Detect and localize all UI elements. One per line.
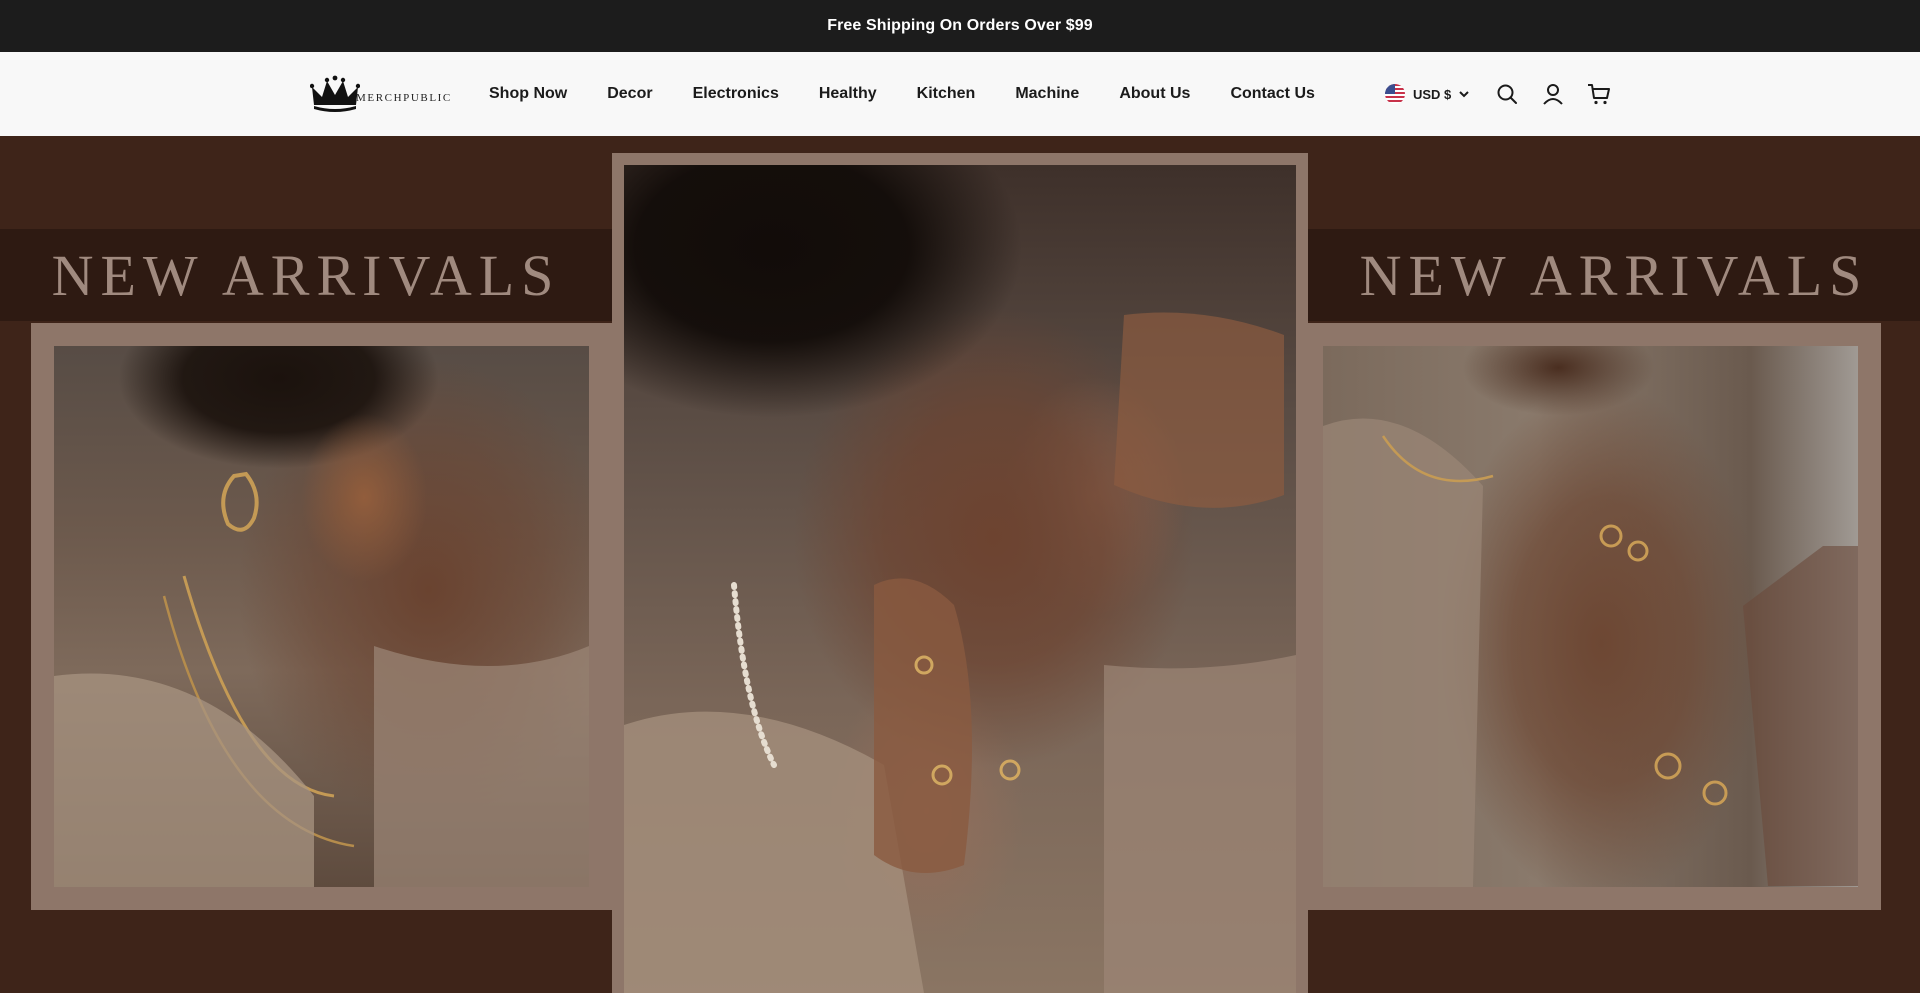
right-banner-title: NEW ARRIVALS	[1359, 242, 1869, 308]
left-banner-title: NEW ARRIVALS	[51, 242, 561, 308]
nav-item-contact-us[interactable]: Contact Us	[1230, 85, 1314, 103]
left-jewelry-photo	[54, 346, 589, 887]
nav-item-healthy[interactable]: Healthy	[819, 85, 877, 103]
announcement-bar: Free Shipping On Orders Over $99	[0, 0, 1920, 52]
currency-label: USD $	[1413, 86, 1452, 102]
announcement-text: Free Shipping On Orders Over $99	[827, 17, 1093, 34]
logo[interactable]: MERCHPUBLIC	[310, 74, 450, 114]
us-flag-icon	[1385, 84, 1405, 104]
nav-item-kitchen[interactable]: Kitchen	[917, 85, 976, 103]
chevron-down-icon	[1459, 90, 1470, 98]
nav-item-decor[interactable]: Decor	[607, 85, 652, 103]
account-icon[interactable]	[1540, 81, 1566, 107]
right-jewelry-photo	[1323, 346, 1858, 887]
nav-item-shop-now[interactable]: Shop Now	[489, 85, 567, 103]
crown-icon	[310, 75, 360, 112]
logo-text: MERCHPUBLIC	[356, 92, 452, 104]
cart-icon[interactable]	[1586, 81, 1612, 107]
nav-item-electronics[interactable]: Electronics	[693, 85, 779, 103]
site-header: MERCHPUBLIC Shop Now Decor Electronics H…	[0, 52, 1920, 136]
center-jewelry-photo	[624, 165, 1296, 993]
nav-item-machine[interactable]: Machine	[1015, 85, 1079, 103]
nav-item-about-us[interactable]: About Us	[1119, 85, 1190, 103]
right-photo-frame	[1300, 323, 1881, 910]
search-icon[interactable]	[1494, 81, 1520, 107]
left-photo-frame	[31, 323, 612, 910]
main-nav: Shop Now Decor Electronics Healthy Kitch…	[489, 52, 1315, 136]
center-photo-frame	[612, 153, 1308, 993]
currency-selector[interactable]: USD $	[1385, 82, 1470, 106]
hero-banner[interactable]: NEW ARRIVALS NEW ARRIVALS	[0, 136, 1920, 993]
